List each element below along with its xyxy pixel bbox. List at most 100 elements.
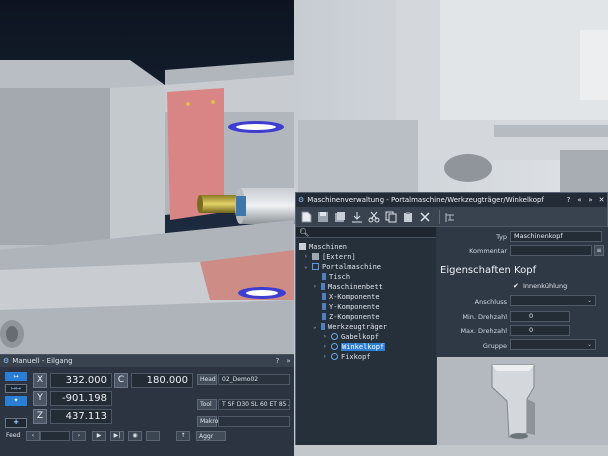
chevron-right-icon: › — [313, 283, 317, 290]
y-axis-value: -901.198 — [50, 391, 112, 406]
play-button[interactable]: ▶ — [92, 431, 106, 441]
search-icon: 🔍︎ — [299, 228, 310, 237]
dialog-expand-button[interactable]: » — [585, 196, 596, 204]
up-button[interactable]: ↑ — [176, 431, 190, 441]
c-axis-value: 180.000 — [131, 373, 193, 388]
manual-panel-titlebar: ⚙ Manuell - Eilgang ? » — [0, 355, 294, 367]
tree-item-fixkopf[interactable]: › Fixkopf — [323, 352, 371, 361]
tool-label: Tool — [197, 399, 217, 410]
tree-item-x-komponente[interactable]: X-Komponente — [322, 292, 380, 301]
c-axis-button[interactable]: C — [114, 373, 128, 388]
feed-plus-button[interactable]: › — [72, 431, 86, 441]
tree-item-z-komponente[interactable]: Z-Komponente — [322, 312, 380, 321]
mode-jog-button[interactable]: ↦ — [5, 372, 27, 381]
step-button[interactable]: ▶| — [110, 431, 124, 441]
mode-home-button[interactable]: ✚ — [5, 418, 27, 428]
kommentar-field[interactable] — [510, 245, 592, 256]
innenkuehlung-checkbox[interactable]: ✔ — [513, 283, 520, 290]
makro-label: Makro — [197, 416, 218, 427]
dialog-collapse-button[interactable]: « — [574, 196, 585, 204]
mode-step-button[interactable]: ↦↦ — [5, 384, 27, 393]
machine-icon[interactable] — [444, 210, 458, 224]
tree-item-tisch[interactable]: Tisch — [322, 272, 350, 281]
tree-item-werkzeugtraeger[interactable]: ⌄ Werkzeugträger — [313, 322, 387, 331]
x-axis-button[interactable]: X — [33, 373, 47, 388]
max-drehzahl-field[interactable]: 0 — [510, 325, 570, 336]
dialog-close-button[interactable]: ✕ — [596, 196, 607, 204]
dialog-title: Maschinenverwaltung - Portalmaschine/Wer… — [307, 196, 544, 204]
chevron-right-icon: › — [323, 343, 327, 350]
makro-field[interactable] — [218, 416, 290, 427]
cut-icon[interactable] — [367, 210, 381, 224]
collapse-button[interactable]: » — [283, 357, 294, 365]
component-icon — [322, 293, 326, 300]
dialog-help-button[interactable]: ? — [563, 196, 574, 204]
save-as-icon[interactable] — [333, 210, 347, 224]
tree-item-y-komponente[interactable]: Y-Komponente — [322, 302, 380, 311]
blank-button[interactable] — [146, 431, 160, 441]
dialog-icon: ⚙ — [298, 196, 305, 204]
component-icon — [322, 303, 326, 310]
dialog-toolbar — [296, 207, 607, 227]
tree-item-gabelkopf[interactable]: › Gabelkopf — [323, 332, 379, 341]
save-icon[interactable] — [316, 210, 330, 224]
min-drehzahl-label: Min. Drehzahl — [462, 313, 507, 321]
group-icon — [312, 253, 319, 260]
feed-minus-button[interactable]: ‹ — [26, 431, 40, 441]
manual-panel-icon: ⚙ — [3, 357, 10, 365]
gruppe-select[interactable]: ⌄ — [510, 339, 596, 350]
head-preview — [437, 357, 608, 445]
z-axis-value: 437.113 — [50, 409, 112, 424]
chevron-right-icon: › — [323, 333, 327, 340]
mode-continuous-button[interactable]: ✦ — [5, 396, 27, 406]
machine-node-icon — [312, 263, 319, 270]
aggr-button[interactable]: Aggr — [196, 431, 226, 441]
gruppe-label: Gruppe — [482, 342, 507, 350]
feed-label: Feed — [6, 432, 21, 439]
head-icon — [331, 353, 338, 360]
help-button[interactable]: ? — [272, 357, 283, 365]
section-title: Eigenschaften Kopf — [440, 265, 537, 276]
paste-icon[interactable] — [401, 210, 415, 224]
tree-item-maschinenbett[interactable]: › Maschinenbett — [313, 282, 383, 291]
z-axis-button[interactable]: Z — [33, 409, 47, 424]
anschluss-label: Anschluss — [474, 298, 507, 306]
anschluss-select[interactable]: ⌄ — [510, 295, 596, 306]
chevron-down-icon: ⌄ — [586, 297, 592, 304]
tree-item-winkelkopf[interactable]: › Winkelkopf — [323, 342, 386, 351]
component-icon — [322, 313, 326, 320]
component-icon — [322, 273, 326, 280]
machine-management-dialog: ⚙ Maschinenverwaltung - Portalmaschine/W… — [295, 192, 608, 445]
winkelkopf-preview-image — [437, 357, 608, 445]
chevron-down-icon: ⌄ — [313, 323, 317, 330]
kommentar-edit-icon[interactable]: ≡ — [594, 245, 604, 256]
head-field[interactable]: 02_Demo02 — [218, 374, 290, 385]
y-axis-button[interactable]: Y — [33, 391, 47, 406]
dialog-titlebar: ⚙ Maschinenverwaltung - Portalmaschine/W… — [296, 193, 607, 207]
head-icon — [331, 343, 338, 350]
feed-bar: Feed ‹ › ▶ ▶| ◉ ↑ Aggr — [0, 431, 294, 442]
stop-button[interactable]: ◉ — [128, 431, 142, 441]
new-icon[interactable] — [299, 210, 313, 224]
tool-field[interactable]: T SF D30 SL 60 ET 85 AL 90 — [218, 399, 290, 410]
min-drehzahl-field[interactable]: 0 — [510, 311, 570, 322]
tree-item-extern[interactable]: › [Extern] — [304, 252, 356, 261]
component-icon — [321, 283, 325, 290]
kommentar-label: Kommentar — [469, 247, 507, 255]
feed-slider[interactable] — [40, 431, 70, 441]
head-label: Head — [197, 374, 217, 385]
chevron-right-icon: › — [323, 353, 327, 360]
tree-search[interactable]: 🔍︎ — [296, 227, 436, 238]
tree-item-portalmaschine[interactable]: ⌄ Portalmaschine — [304, 262, 381, 271]
x-axis-value: 332.000 — [50, 373, 112, 388]
component-icon — [321, 323, 325, 330]
max-drehzahl-label: Max. Drehzahl — [460, 327, 507, 335]
tree-root[interactable]: Maschinen — [299, 242, 347, 251]
head-icon — [331, 333, 338, 340]
delete-icon[interactable] — [418, 210, 432, 224]
folder-icon — [299, 243, 306, 250]
typ-field: Maschinenkopf — [510, 231, 602, 242]
copy-icon[interactable] — [384, 210, 398, 224]
typ-label: Typ — [496, 233, 507, 241]
import-icon[interactable] — [350, 210, 364, 224]
